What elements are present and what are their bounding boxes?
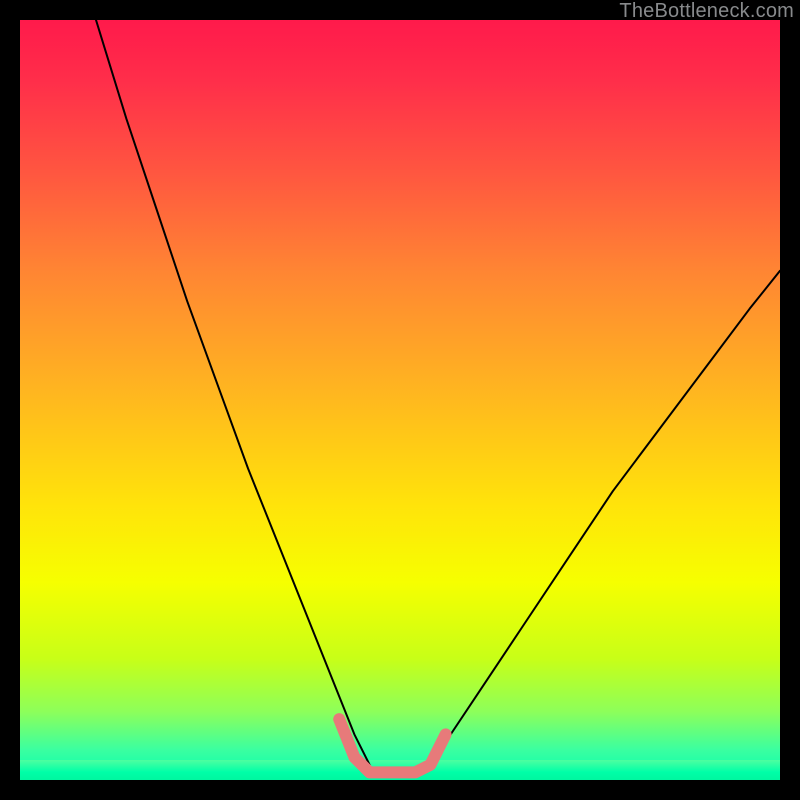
series-curve-right-branch xyxy=(430,271,780,765)
chart-frame: TheBottleneck.com xyxy=(0,0,800,800)
plot-area xyxy=(20,20,780,780)
chart-series-group xyxy=(96,20,780,772)
chart-overlay-svg xyxy=(20,20,780,780)
series-curve-left-branch xyxy=(96,20,370,765)
series-valley-pink-highlight xyxy=(339,719,445,772)
